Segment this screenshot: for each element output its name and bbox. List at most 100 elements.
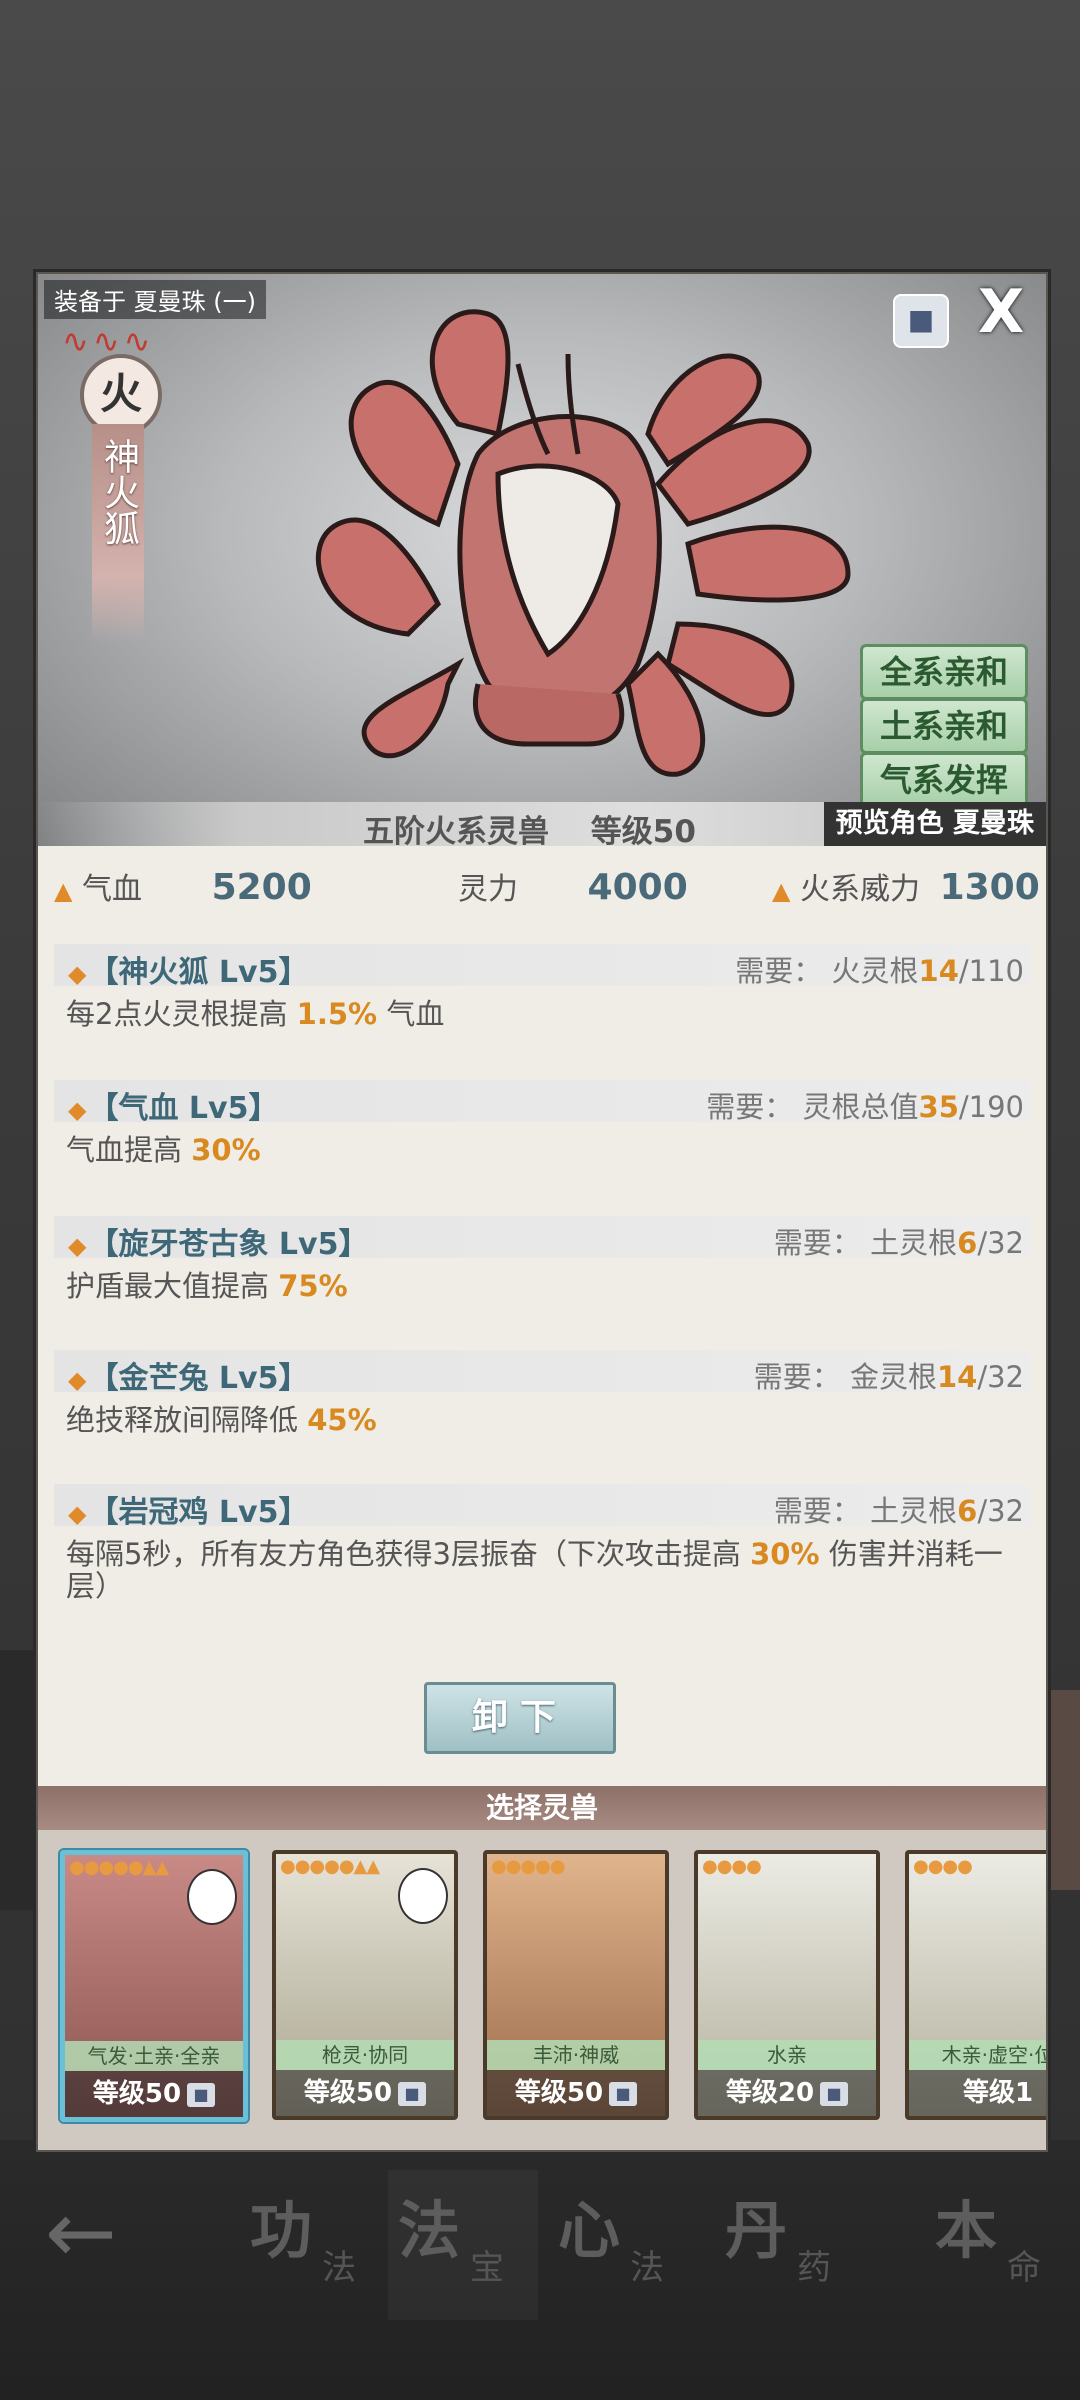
diamond-icon: ◆ <box>68 1500 87 1528</box>
beast-card-level: 等级1 <box>909 2070 1046 2116</box>
effect-item: ◆【气血 Lv5】 需要： 灵根总值35/190 气血提高 30% <box>54 1080 1030 1166</box>
diamond-icon: ◆ <box>68 960 87 988</box>
beast-card-tags: 木亲·虚空·位 <box>909 2040 1046 2070</box>
stat-value: 5200 <box>211 867 312 908</box>
avatar <box>187 1869 237 1925</box>
preview-character-label[interactable]: 预览角色 夏曼珠 <box>823 802 1046 846</box>
beast-card[interactable]: ●●●●● 丰沛·神威 等级50 ■ <box>483 1850 669 2120</box>
effect-requirement: 需要： 灵根总值35/190 <box>706 1084 1024 1126</box>
chest-icon: ■ <box>398 2081 427 2106</box>
req-current: 35 <box>918 1090 959 1124</box>
effect-requirement: 需要： 土灵根6/32 <box>774 1220 1024 1262</box>
stat-spirit-power: 灵力 4000 <box>458 864 688 908</box>
effect-item: ◆【岩冠鸡 Lv5】 需要： 土灵根6/32 每隔5秒，所有友方角色获得3层振奋… <box>54 1484 1030 1602</box>
nav-tab-benming[interactable]: 本 命 <box>925 2170 1075 2320</box>
effect-title-text: 【岩冠鸡 Lv5】 <box>88 1495 309 1530</box>
beast-card-list[interactable]: ●●●●●▲▲ 气发·土亲·全亲 等级50 ■ ●●●●●▲▲ 枪灵·协同 等级5… <box>38 1830 1046 2150</box>
effect-requirement: 需要： 金灵根14/32 <box>754 1354 1024 1396</box>
req-max: /190 <box>958 1090 1024 1124</box>
diamond-icon: ◆ <box>68 1096 87 1124</box>
req-label: 需要： <box>773 1494 861 1528</box>
beast-card[interactable]: ●●●● 水亲 等级20 ■ <box>694 1850 880 2120</box>
level-text: 等级50 <box>514 2078 604 2108</box>
stat-hp: ▲ 气血 5200 <box>54 864 312 908</box>
nav-tab-big-label: 功 <box>250 2194 313 2267</box>
nav-tab-small-label: 法 <box>322 2248 356 2288</box>
req-label: 需要： <box>706 1090 794 1124</box>
effect-title: ◆【旋牙苍古象 Lv5】 <box>68 1219 368 1263</box>
skill-chip-qi-performance[interactable]: 气系发挥 <box>860 752 1028 808</box>
desc-highlight: 45% <box>307 1403 377 1437</box>
level-text: 等级50 <box>303 2078 393 2108</box>
unequip-button[interactable]: 卸下 <box>424 1682 616 1754</box>
effect-header: ◆【岩冠鸡 Lv5】 需要： 土灵根6/32 <box>54 1484 1030 1530</box>
beast-card[interactable]: ●●●●●▲▲ 枪灵·协同 等级50 ■ <box>272 1850 458 2120</box>
req-label: 需要： <box>735 954 823 988</box>
req-max: /32 <box>977 1226 1024 1260</box>
beast-tier-level: 五阶火系灵兽 等级50 <box>363 814 696 850</box>
effect-title: ◆【岩冠鸡 Lv5】 <box>68 1487 308 1531</box>
beast-card-tags: 丰沛·神威 <box>487 2040 665 2070</box>
effect-item: ◆【金芒兔 Lv5】 需要： 金灵根14/32 绝技释放间隔降低 45% <box>54 1350 1030 1436</box>
effect-description: 绝技释放间隔降低 45% <box>54 1392 1030 1436</box>
skill-chip-earth-affinity[interactable]: 土系亲和 <box>860 698 1028 754</box>
beast-card-tags: 气发·土亲·全亲 <box>65 2041 243 2071</box>
req-max: /32 <box>977 1494 1024 1528</box>
close-icon[interactable]: X <box>978 282 1024 342</box>
beast-card-level: 等级50 ■ <box>65 2071 243 2117</box>
stat-label: 火系威力 <box>800 872 921 907</box>
effect-header: ◆【神火狐 Lv5】 需要： 火灵根14/110 <box>54 944 1030 990</box>
req-max: /32 <box>977 1360 1024 1394</box>
level-text: 等级1 <box>962 2078 1034 2108</box>
desc-highlight: 30% <box>750 1537 820 1571</box>
req-current: 14 <box>936 1360 978 1394</box>
req-max: /110 <box>958 954 1024 988</box>
chest-icon: ■ <box>187 2082 216 2107</box>
beast-name-ribbon: 神火狐 <box>92 424 144 644</box>
req-name: 土灵根 <box>870 1494 958 1528</box>
stat-label: 灵力 <box>458 872 518 907</box>
effect-description: 气血提高 30% <box>54 1122 1030 1166</box>
stat-value: 1300 <box>939 867 1040 908</box>
nav-tab-danyao[interactable]: 丹 药 <box>715 2170 865 2320</box>
chest-icon: ■ <box>820 2081 849 2106</box>
beast-hero-area: 装备于 夏曼珠 (一) ■ X ∿∿∿ 火 神火狐 全系亲和 土系亲和 气系发挥… <box>38 274 1046 850</box>
nav-tab-xinfa[interactable]: 心 法 <box>548 2170 698 2320</box>
req-current: 6 <box>957 1494 978 1528</box>
star-rating-icon: ●●●●●▲▲ <box>69 1857 169 1878</box>
beast-card-tags: 枪灵·协同 <box>276 2040 454 2070</box>
beast-card-tags: 水亲 <box>698 2040 876 2070</box>
effect-header: ◆【旋牙苍古象 Lv5】 需要： 土灵根6/32 <box>54 1216 1030 1262</box>
background-left-edge <box>0 1650 40 1910</box>
effect-requirement: 需要： 火灵根14/110 <box>735 948 1024 990</box>
back-arrow-icon[interactable]: ← <box>45 2190 117 2276</box>
chest-icon: ■ <box>609 2081 638 2106</box>
desc-text: 每隔5秒，所有友方角色获得3层振奋（下次攻击提高 <box>66 1537 751 1571</box>
desc-text: 气血 <box>377 997 445 1031</box>
nav-tab-small-label: 命 <box>1007 2248 1041 2288</box>
nav-tab-gongfa[interactable]: 功 法 <box>240 2170 390 2320</box>
req-label: 需要： <box>773 1226 861 1260</box>
effect-title-text: 【金芒兔 Lv5】 <box>88 1361 309 1396</box>
nine-tailed-fox-illustration <box>315 309 851 777</box>
effect-title: ◆【神火狐 Lv5】 <box>68 947 308 991</box>
nav-tab-fabao[interactable]: 法 宝 <box>388 2170 538 2320</box>
desc-text: 绝技释放间隔降低 <box>66 1403 308 1437</box>
nav-tab-small-label: 宝 <box>470 2248 504 2288</box>
beast-stats: ▲ 气血 5200 灵力 4000 ▲ 火系威力 1300 <box>38 864 1046 924</box>
stat-value: 4000 <box>587 867 688 908</box>
star-rating-icon: ●●●●● <box>491 1856 566 1877</box>
effect-title-text: 【神火狐 Lv5】 <box>88 955 309 990</box>
avatar <box>398 1868 448 1924</box>
chest-icon[interactable]: ■ <box>893 294 949 348</box>
beast-card-level: 等级50 ■ <box>487 2070 665 2116</box>
beast-card[interactable]: ●●●● 木亲·虚空·位 等级1 <box>905 1850 1046 2120</box>
req-name: 土灵根 <box>870 1226 958 1260</box>
req-name: 金灵根 <box>849 1360 937 1394</box>
beast-card[interactable]: ●●●●●▲▲ 气发·土亲·全亲 等级50 ■ <box>60 1850 248 2122</box>
diamond-icon: ◆ <box>68 1366 87 1394</box>
desc-text: 护盾最大值提高 <box>66 1269 279 1303</box>
req-current: 6 <box>957 1226 978 1260</box>
skill-chip-all-affinity[interactable]: 全系亲和 <box>860 644 1028 700</box>
effect-title: ◆【气血 Lv5】 <box>68 1083 278 1127</box>
